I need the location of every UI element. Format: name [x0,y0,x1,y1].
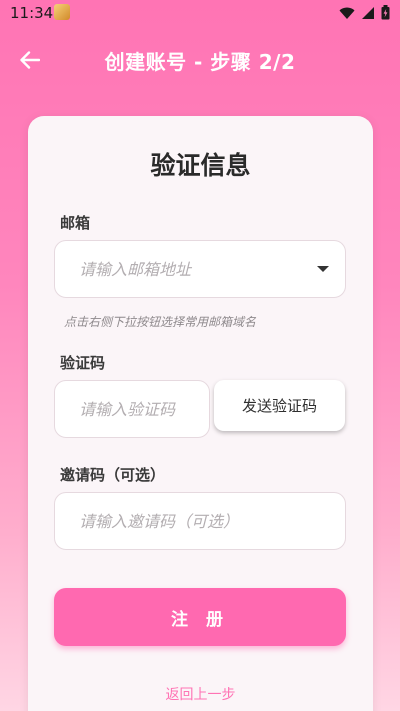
invite-field-container [54,492,346,550]
status-bar: 11:34 [0,0,400,26]
wifi-icon [339,7,355,19]
verification-code-input[interactable] [55,381,209,437]
invite-label: 邀请码（可选） [60,466,166,484]
status-time: 11:34 [10,4,54,22]
code-label: 验证码 [60,354,106,372]
invite-code-input[interactable] [55,493,345,549]
app-notification-icon [54,4,70,20]
email-field-container [54,240,346,298]
register-button[interactable]: 注 册 [54,588,346,646]
card-title: 验证信息 [150,151,251,180]
registration-screen: 11:34 创建账号 - 步骤 2/2 验证信息 邮箱 请输入邮箱地址 点击右侧… [0,0,400,711]
app-header: 创建账号 - 步骤 2/2 [0,36,400,82]
code-field-container [54,380,210,438]
battery-icon [381,5,390,20]
email-label: 邮箱 [60,214,91,232]
email-input[interactable] [55,241,345,297]
page-title: 创建账号 - 步骤 2/2 [104,50,296,74]
status-icons [339,5,390,20]
back-previous-step-link[interactable]: 返回上一步 [28,684,373,704]
verification-card: 验证信息 邮箱 点击右侧下拉按钮选择常用邮箱域名 验证码 发送验证码 邀请码（可… [28,116,373,711]
send-code-button[interactable]: 发送验证码 [214,380,345,431]
email-hint: 点击右侧下拉按钮选择常用邮箱域名 [64,315,257,329]
email-domain-dropdown-icon[interactable] [317,266,329,272]
signal-icon [362,6,374,19]
